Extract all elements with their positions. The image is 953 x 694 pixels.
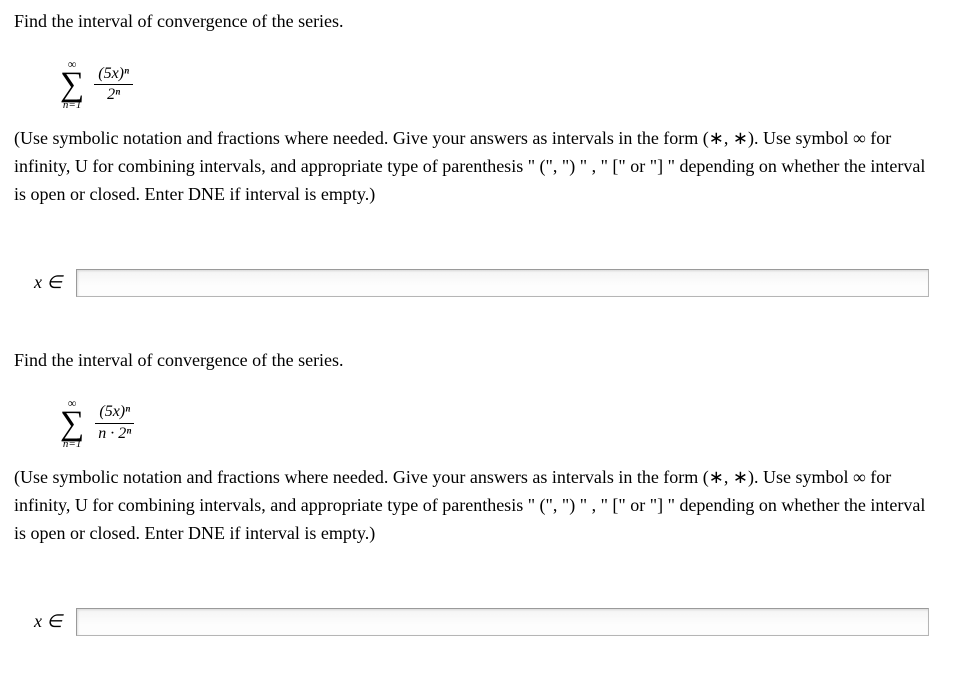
- question-1-formula: ∞ ∑ n=1 (5x)ⁿ 2ⁿ: [60, 52, 939, 111]
- summation-2: ∞ ∑ n=1 (5x)ⁿ n · 2ⁿ: [60, 397, 135, 450]
- sigma-column-2: ∞ ∑ n=1: [60, 397, 84, 450]
- sigma-lower-2: n=1: [63, 439, 81, 450]
- fraction-1: (5x)ⁿ 2ⁿ: [94, 65, 133, 105]
- fraction-2-numerator: (5x)ⁿ: [95, 403, 134, 423]
- fraction-2-denominator: n · 2ⁿ: [94, 424, 135, 443]
- sigma-lower-1: n=1: [63, 100, 81, 111]
- question-2-answer-label: x ∈: [34, 611, 62, 632]
- question-1-answer-input[interactable]: [76, 269, 929, 297]
- fraction-1-numerator: (5x)ⁿ: [94, 65, 133, 85]
- question-1-answer-label: x ∈: [34, 272, 62, 293]
- question-2-answer-row: x ∈: [34, 608, 939, 636]
- sigma-icon: ∑: [60, 68, 84, 102]
- page: Find the interval of convergence of the …: [0, 0, 953, 656]
- fraction-2: (5x)ⁿ n · 2ⁿ: [94, 403, 135, 443]
- summation-1: ∞ ∑ n=1 (5x)ⁿ 2ⁿ: [60, 58, 133, 111]
- question-1-instructions: (Use symbolic notation and fractions whe…: [14, 125, 939, 209]
- question-2-formula: ∞ ∑ n=1 (5x)ⁿ n · 2ⁿ: [60, 391, 939, 450]
- question-2-instructions: (Use symbolic notation and fractions whe…: [14, 464, 939, 548]
- sigma-column-1: ∞ ∑ n=1: [60, 58, 84, 111]
- question-1-answer-row: x ∈: [34, 269, 939, 297]
- question-2: Find the interval of convergence of the …: [14, 347, 939, 636]
- fraction-1-denominator: 2ⁿ: [103, 85, 124, 104]
- question-2-answer-input[interactable]: [76, 608, 929, 636]
- sigma-icon: ∑: [60, 407, 84, 441]
- question-1: Find the interval of convergence of the …: [14, 8, 939, 297]
- question-2-prompt: Find the interval of convergence of the …: [14, 347, 939, 373]
- question-1-prompt: Find the interval of convergence of the …: [14, 8, 939, 34]
